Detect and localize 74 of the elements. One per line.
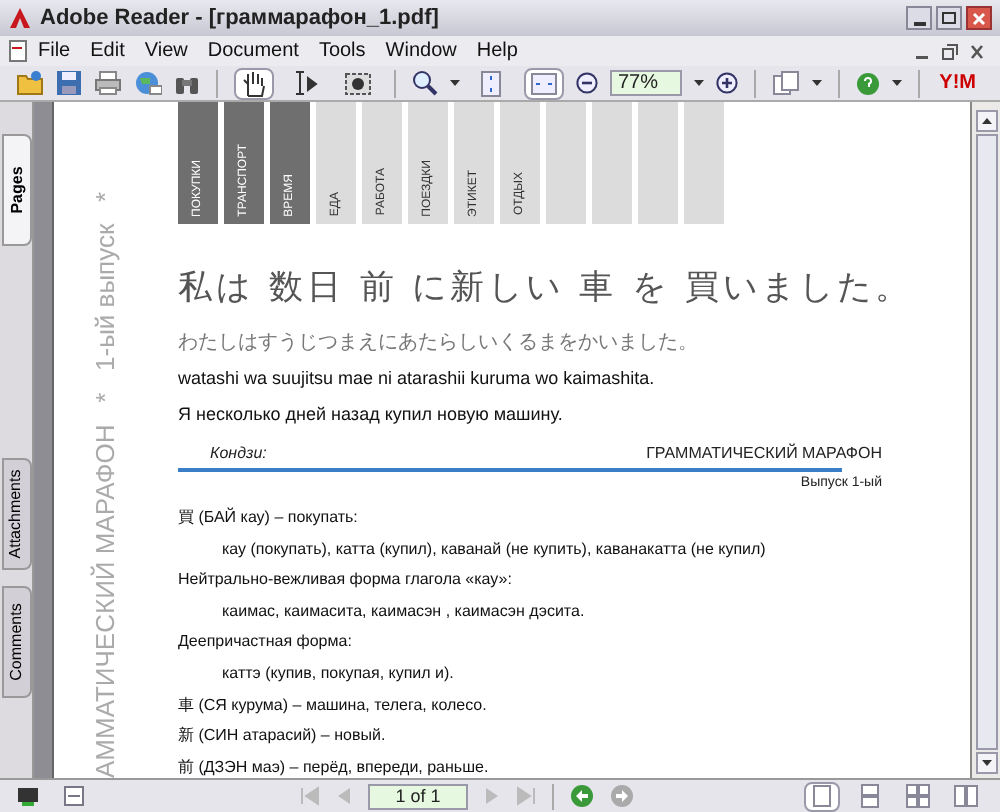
fit-width-icon	[530, 69, 558, 97]
minimize-button[interactable]	[906, 6, 932, 30]
body-text: 新 (СИН атарасий) – новый.	[178, 724, 386, 749]
menu-item[interactable]: Window	[385, 36, 457, 66]
close-button[interactable]	[966, 6, 992, 30]
menu-item[interactable]: View	[144, 36, 188, 66]
window-title: Adobe Reader - [граммарафон_1.pdf]	[40, 3, 439, 34]
monitor-icon[interactable]	[16, 785, 40, 807]
grid-pages-icon	[906, 784, 930, 808]
continuous-icon	[858, 784, 882, 808]
view-mode-button[interactable]	[900, 781, 936, 811]
magnifier-icon[interactable]	[412, 70, 438, 96]
single-page-icon	[810, 784, 834, 808]
logo[interactable]: Y!M	[939, 68, 984, 98]
kana-text: わたしはすうじつまえにあたらしいくるまをかいました。	[178, 329, 700, 357]
scroll-down-icon[interactable]	[975, 752, 997, 774]
zoom-in-icon[interactable]	[716, 72, 738, 94]
body-text: каимас, каимасита, каимасэн , каимасэн дэсита.	[222, 599, 585, 624]
menu-item[interactable]: Help	[476, 36, 518, 66]
body-text: каттэ (купив, покупая, купил и).	[222, 661, 454, 686]
caret-icon[interactable]	[812, 79, 822, 87]
menu-item[interactable]: Document	[207, 36, 299, 66]
fit-page-icon	[478, 69, 506, 97]
hand-icon	[240, 69, 268, 97]
caret-icon[interactable]	[892, 79, 902, 87]
side-tab[interactable]: Comments	[2, 586, 32, 698]
margin-title: АММАТИЧЕСКИЙ МАРАФОН * 1-ый выпуск *	[90, 191, 122, 778]
window-icon[interactable]	[64, 786, 84, 806]
translation-text: Я несколько дней назад купил новую машину.	[178, 402, 565, 428]
scroll-thumb[interactable]	[975, 134, 997, 750]
restore-icon[interactable]	[942, 43, 958, 59]
facing-pages-icon	[954, 784, 978, 808]
forward-icon[interactable]	[610, 784, 634, 808]
japanese-sentence: 私は 数日 前 に新しい 車 を 買いました。	[178, 266, 882, 312]
text-cursor-icon	[292, 69, 320, 97]
body-text: 車 (СЯ курума) – машина, телега, колесо.	[178, 693, 487, 718]
side-tab[interactable]: Pages	[2, 134, 32, 246]
camera-icon	[344, 69, 372, 97]
scrollbar[interactable]	[970, 102, 1000, 778]
save-icon[interactable]	[56, 70, 82, 96]
body-text: Деепричастная форма:	[178, 630, 352, 655]
help-icon[interactable]	[856, 71, 880, 95]
view-mode-button[interactable]	[804, 781, 840, 811]
app-logo-icon	[8, 6, 32, 30]
body-text: 買 (БАЙ кау) – покупать:	[178, 505, 358, 530]
maximize-icon	[942, 12, 956, 24]
printer-icon[interactable]	[94, 70, 122, 96]
section-label: Кондзи:	[210, 441, 267, 465]
menu-item[interactable]: File	[38, 36, 71, 66]
page-number-field[interactable]: 1 of 1	[368, 783, 468, 809]
fit-button[interactable]	[524, 67, 564, 99]
body-text: Нейтрально-вежливая форма глагола «кау»:	[178, 568, 512, 593]
zoom-out-icon[interactable]	[576, 72, 598, 94]
close-icon	[972, 11, 986, 25]
close-icon[interactable]	[970, 43, 984, 59]
menu-item[interactable]: Tools	[318, 36, 366, 66]
tool-button[interactable]	[234, 67, 274, 99]
folder-icon[interactable]	[16, 70, 44, 96]
romaji-text: watashi wa suujitsu mae ni atarashii kuruma wo kaimashita.	[178, 365, 657, 392]
pages-icon[interactable]	[772, 70, 800, 96]
minimize-icon	[913, 22, 925, 28]
header-title: ГРАММАТИЧЕСКИЙ МАРАФОН	[646, 441, 882, 465]
caret-icon[interactable]	[694, 79, 704, 87]
zoom-field[interactable]: 77%	[610, 70, 682, 96]
back-icon[interactable]	[570, 784, 594, 808]
scroll-up-icon[interactable]	[975, 110, 997, 132]
caret-icon[interactable]	[450, 79, 460, 87]
body-text: кау (покупать), катта (купил), каванай (не купить), каванакатта (не купил)	[222, 537, 766, 562]
maximize-button[interactable]	[936, 6, 962, 30]
side-tab[interactable]: Attachments	[2, 458, 32, 570]
body-text: 前 (ДЗЭН маэ) – перёд, впереди, раньше.	[178, 755, 489, 778]
document-icon	[8, 40, 30, 62]
globe-icon[interactable]	[134, 70, 162, 96]
menu-item[interactable]: Edit	[90, 36, 125, 66]
